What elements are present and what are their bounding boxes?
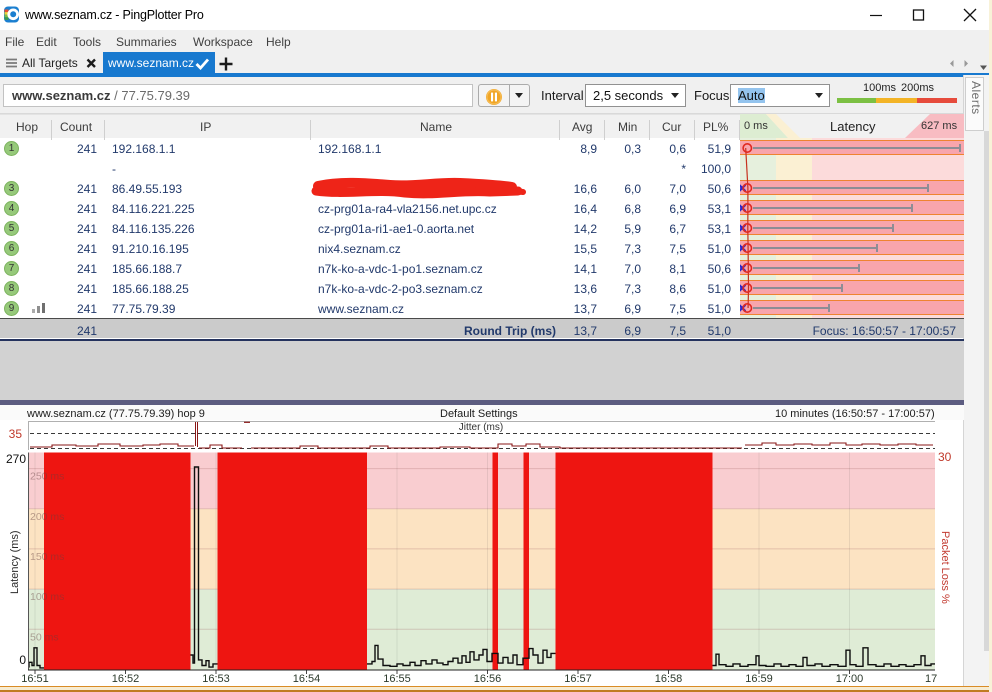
- svg-text:16:51: 16:51: [21, 673, 49, 685]
- svg-text:Jitter (ms): Jitter (ms): [459, 422, 503, 433]
- svg-text:16:59: 16:59: [745, 673, 773, 685]
- svg-text:16:53: 16:53: [202, 673, 230, 685]
- svg-text:200 ms: 200 ms: [30, 511, 64, 523]
- svg-text:150 ms: 150 ms: [30, 551, 64, 563]
- svg-text:17: 17: [925, 673, 937, 685]
- svg-text:16:54: 16:54: [293, 673, 321, 685]
- svg-text:17:00: 17:00: [836, 673, 864, 685]
- svg-text:30: 30: [938, 450, 952, 464]
- svg-text:250 ms: 250 ms: [30, 471, 64, 483]
- svg-text:100 ms: 100 ms: [30, 591, 64, 603]
- svg-text:35: 35: [9, 427, 23, 441]
- svg-text:0: 0: [19, 653, 26, 667]
- svg-text:16:52: 16:52: [112, 673, 140, 685]
- svg-text:16:58: 16:58: [655, 673, 683, 685]
- svg-text:16:55: 16:55: [383, 673, 411, 685]
- svg-text:16:57: 16:57: [564, 673, 592, 685]
- svg-text:16:56: 16:56: [474, 673, 502, 685]
- svg-text:50 ms: 50 ms: [30, 631, 59, 643]
- svg-text:270: 270: [6, 452, 26, 466]
